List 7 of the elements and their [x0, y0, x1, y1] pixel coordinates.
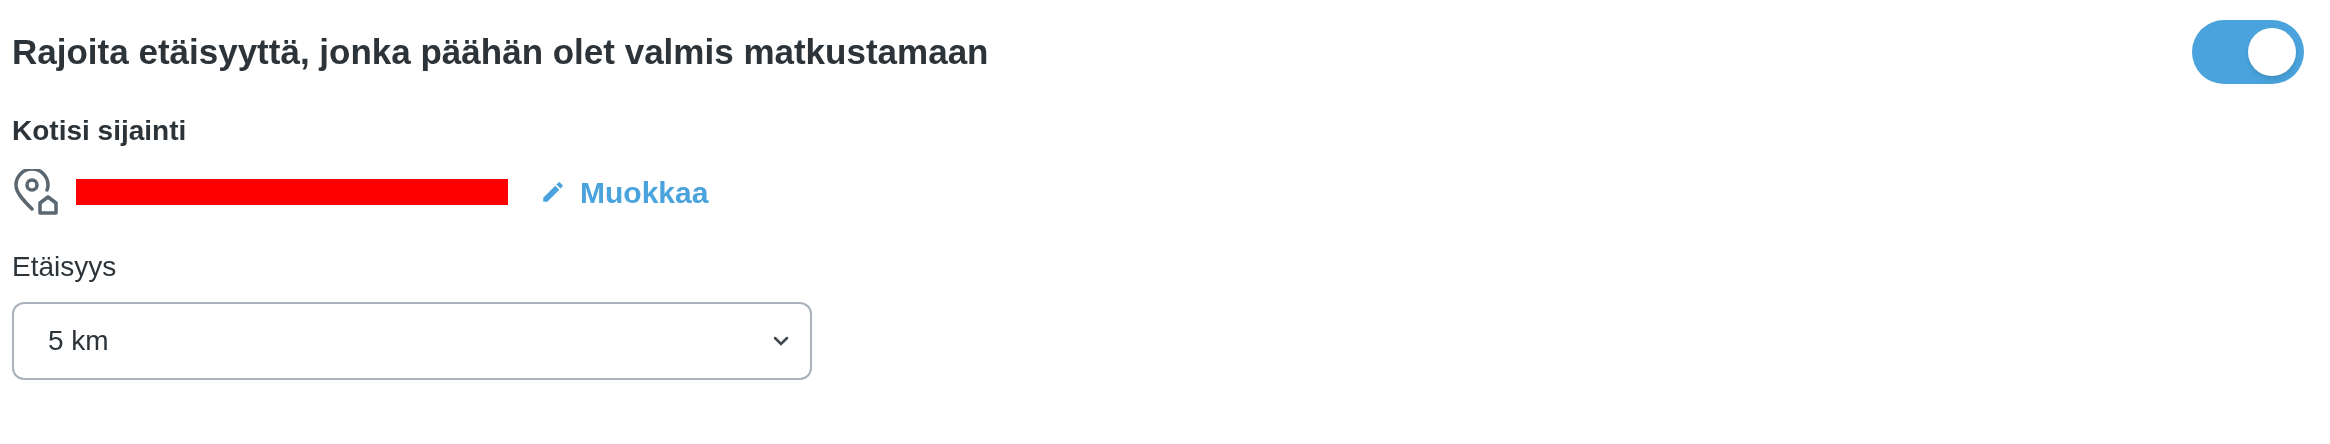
location-home-icon	[12, 169, 58, 215]
section-title: Rajoita etäisyyttä, jonka päähän olet valmis matkustamaan	[12, 30, 989, 73]
field-label: Kotisi sijainti	[12, 114, 188, 148]
chevron-down-icon	[772, 335, 790, 347]
field-label: Etäisyys	[12, 250, 118, 284]
distance-select[interactable]: 5 km	[12, 302, 812, 380]
pencil-icon	[540, 179, 566, 205]
